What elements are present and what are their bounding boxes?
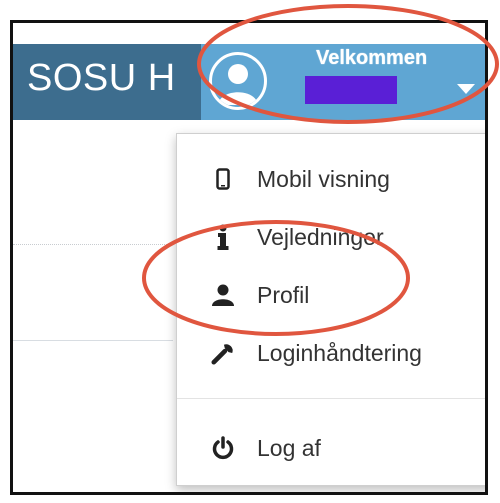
info-icon bbox=[211, 223, 235, 251]
menu-item-profile[interactable]: Profil bbox=[177, 266, 485, 324]
mobile-icon bbox=[211, 165, 235, 193]
menu-item-login-management[interactable]: Loginhåndtering bbox=[177, 324, 485, 382]
welcome-label: Velkommen bbox=[316, 47, 428, 69]
menu-item-mobile-view[interactable]: Mobil visning bbox=[177, 150, 485, 208]
menu-item-label: Loginhåndtering bbox=[257, 339, 422, 366]
wrench-icon bbox=[211, 339, 235, 367]
user-menu-toggle[interactable]: Velkommen bbox=[201, 44, 485, 120]
brand-title: SOSU H bbox=[27, 57, 176, 99]
user-icon bbox=[211, 281, 235, 309]
menu-item-label: Mobil visning bbox=[257, 165, 390, 192]
logout-button[interactable]: Log af bbox=[177, 419, 485, 477]
chevron-down-icon[interactable] bbox=[457, 84, 475, 94]
user-name-redacted bbox=[305, 76, 397, 104]
avatar-icon bbox=[209, 52, 267, 110]
menu-item-label: Profil bbox=[257, 281, 310, 308]
menu-item-guides[interactable]: Vejledninger bbox=[177, 208, 485, 266]
content-divider bbox=[13, 340, 173, 341]
menu-item-label: Log af bbox=[257, 434, 321, 461]
app-frame: SOSU H Velkommen Mobil visning Vejlednin… bbox=[10, 20, 488, 495]
content-divider bbox=[13, 244, 173, 245]
user-dropdown-menu: Mobil visning Vejledninger Profil Loginh… bbox=[176, 133, 485, 486]
menu-divider bbox=[177, 398, 485, 399]
header-brand-bar: SOSU H bbox=[13, 44, 201, 120]
menu-item-label: Vejledninger bbox=[257, 223, 384, 250]
power-icon bbox=[211, 434, 235, 462]
